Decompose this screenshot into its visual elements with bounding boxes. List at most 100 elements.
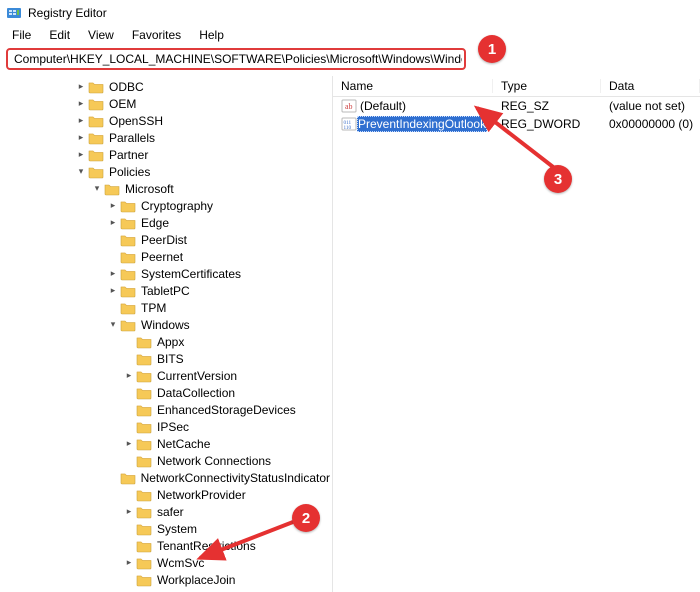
folder-icon <box>136 386 152 400</box>
tree-item[interactable]: ▸ TenantRestrictions <box>0 537 332 554</box>
tree-expander-open[interactable]: ▾ <box>90 183 104 194</box>
value-data: 0x00000000 (0) <box>601 117 700 131</box>
value-row[interactable]: 011 110 PreventIndexingOutlookREG_DWORD0… <box>333 115 700 133</box>
tree-expander-closed[interactable]: ▸ <box>122 557 136 568</box>
address-bar-container <box>0 48 700 76</box>
tree-item[interactable]: ▸ DataCollection <box>0 384 332 401</box>
tree-item-label: Windows <box>139 318 192 332</box>
col-header-data[interactable]: Data <box>601 79 700 93</box>
tree-item-label: Network Connections <box>155 454 273 468</box>
col-header-type[interactable]: Type <box>493 79 601 93</box>
folder-icon <box>136 488 152 502</box>
tree-expander-closed[interactable]: ▸ <box>106 285 120 296</box>
tree-item[interactable]: ▸ ODBC <box>0 78 332 95</box>
tree-item-label: EnhancedStorageDevices <box>155 403 298 417</box>
menu-file[interactable]: File <box>4 27 39 43</box>
tree-item-label: System <box>155 522 199 536</box>
tree-item[interactable]: ▸ Cryptography <box>0 197 332 214</box>
tree-item-label: TPM <box>139 301 168 315</box>
tree-item-label: WcmSvc <box>155 556 206 570</box>
tree-expander-closed[interactable]: ▸ <box>122 370 136 381</box>
value-type: REG_DWORD <box>493 117 601 131</box>
tree-item-label: Appx <box>155 335 186 349</box>
tree-expander-closed[interactable]: ▸ <box>106 217 120 228</box>
tree-expander-open[interactable]: ▾ <box>74 166 88 177</box>
tree-item[interactable]: ▸ TPM <box>0 299 332 316</box>
tree-item[interactable]: ▸ WcmSvc <box>0 554 332 571</box>
tree-item[interactable]: ▸ System <box>0 520 332 537</box>
tree-item[interactable]: ▸ Peernet <box>0 248 332 265</box>
tree-item[interactable]: ▸ Edge <box>0 214 332 231</box>
folder-icon <box>136 556 152 570</box>
menu-edit[interactable]: Edit <box>41 27 78 43</box>
tree-item[interactable]: ▸ OpenSSH <box>0 112 332 129</box>
tree-item[interactable]: ▸ safer <box>0 503 332 520</box>
tree-item[interactable]: ▸ SystemCertificates <box>0 265 332 282</box>
folder-icon <box>136 369 152 383</box>
tree-item[interactable]: ▸ PeerDist <box>0 231 332 248</box>
value-row[interactable]: ab (Default)REG_SZ(value not set) <box>333 97 700 115</box>
tree-item[interactable]: ▸ EnhancedStorageDevices <box>0 401 332 418</box>
value-name: PreventIndexingOutlook <box>357 116 487 132</box>
tree-item[interactable]: ▸ Parallels <box>0 129 332 146</box>
menu-help[interactable]: Help <box>191 27 232 43</box>
tree-item-label: NetCache <box>155 437 212 451</box>
folder-icon <box>88 148 104 162</box>
tree-item-label: Microsoft <box>123 182 176 196</box>
folder-icon <box>136 522 152 536</box>
value-icon: ab <box>341 98 357 114</box>
value-data: (value not set) <box>601 99 700 113</box>
tree-item[interactable]: ▾ Policies <box>0 163 332 180</box>
tree-item[interactable]: ▸ Appx <box>0 333 332 350</box>
col-header-name[interactable]: Name <box>333 79 493 93</box>
folder-icon <box>120 318 136 332</box>
folder-icon <box>136 437 152 451</box>
tree-item-label: IPSec <box>155 420 191 434</box>
tree-expander-closed[interactable]: ▸ <box>74 149 88 160</box>
tree-expander-closed[interactable]: ▸ <box>74 115 88 126</box>
tree-item-label: Peernet <box>139 250 185 264</box>
annotation-callout-1: 1 <box>478 35 506 63</box>
tree-item[interactable]: ▸ TabletPC <box>0 282 332 299</box>
tree-item-label: Cryptography <box>139 199 215 213</box>
folder-icon <box>120 284 136 298</box>
tree-pane[interactable]: ▸ ODBC▸ OEM▸ OpenSSH▸ Parallels▸ Partner… <box>0 76 333 592</box>
folder-icon <box>120 267 136 281</box>
folder-icon <box>136 505 152 519</box>
folder-icon <box>136 403 152 417</box>
tree-item[interactable]: ▸ WorkplaceJoin <box>0 571 332 588</box>
tree-item[interactable]: ▸ Network Connections <box>0 452 332 469</box>
tree-item[interactable]: ▸ OEM <box>0 95 332 112</box>
tree-item-label: OEM <box>107 97 138 111</box>
tree-expander-closed[interactable]: ▸ <box>74 81 88 92</box>
tree-item[interactable]: ▾ Windows <box>0 316 332 333</box>
tree-expander-closed[interactable]: ▸ <box>74 98 88 109</box>
tree-item[interactable]: ▸ NetworkConnectivityStatusIndicator <box>0 469 332 486</box>
folder-icon <box>104 182 120 196</box>
tree-item-label: OpenSSH <box>107 114 165 128</box>
tree-item-label: ODBC <box>107 80 146 94</box>
address-input[interactable] <box>12 51 464 67</box>
tree-expander-closed[interactable]: ▸ <box>122 506 136 517</box>
tree-item[interactable]: ▸ BITS <box>0 350 332 367</box>
tree-item[interactable]: ▸ Partner <box>0 146 332 163</box>
values-pane[interactable]: Name Type Data ab (Default)REG_SZ(value … <box>333 76 700 592</box>
tree-item[interactable]: ▸ NetCache <box>0 435 332 452</box>
tree-expander-open[interactable]: ▾ <box>106 319 120 330</box>
title-bar: Registry Editor <box>0 0 700 26</box>
tree-expander-closed[interactable]: ▸ <box>74 132 88 143</box>
tree-item[interactable]: ▸ CurrentVersion <box>0 367 332 384</box>
tree-item[interactable]: ▾ Microsoft <box>0 180 332 197</box>
tree-item[interactable]: ▸ IPSec <box>0 418 332 435</box>
tree-expander-closed[interactable]: ▸ <box>122 438 136 449</box>
value-name: (Default) <box>360 99 406 113</box>
folder-icon <box>120 233 136 247</box>
menu-view[interactable]: View <box>80 27 122 43</box>
tree-item[interactable]: ▸ NetworkProvider <box>0 486 332 503</box>
tree-item[interactable]: ▸ WSDAPI <box>0 588 332 592</box>
menu-favorites[interactable]: Favorites <box>124 27 189 43</box>
regedit-icon <box>6 5 22 21</box>
annotation-callout-2: 2 <box>292 504 320 532</box>
tree-expander-closed[interactable]: ▸ <box>106 200 120 211</box>
tree-expander-closed[interactable]: ▸ <box>106 268 120 279</box>
